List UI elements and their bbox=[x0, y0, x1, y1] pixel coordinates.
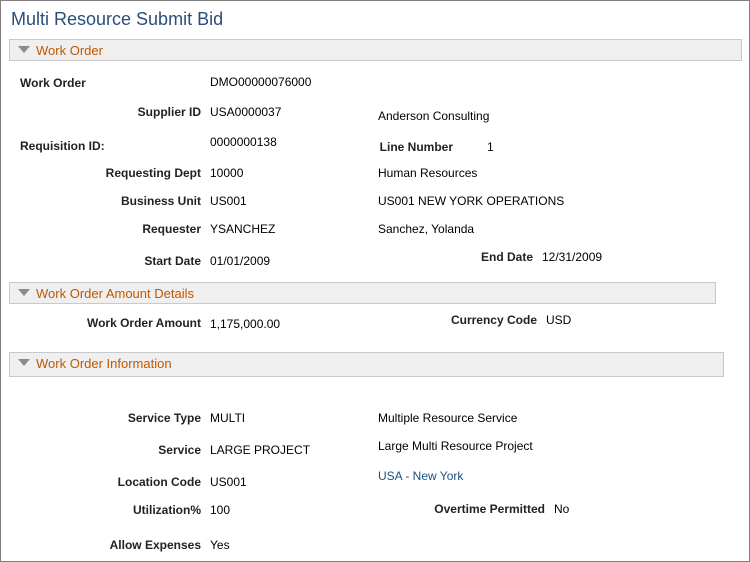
service-type-value: MULTI bbox=[210, 411, 246, 425]
requesting-dept-desc: Human Resources bbox=[378, 166, 478, 180]
work-order-amount-value: 1,175,000.00 bbox=[210, 317, 281, 331]
end-date-label: End Date bbox=[480, 250, 533, 264]
service-type-desc: Multiple Resource Service bbox=[378, 411, 518, 425]
utilization-value: 100 bbox=[210, 503, 231, 517]
section-header-work-order-information[interactable]: Work Order Information bbox=[9, 352, 724, 377]
page-title: Multi Resource Submit Bid bbox=[11, 9, 224, 29]
requesting-dept-value: 10000 bbox=[210, 166, 244, 180]
utilization-label: Utilization% bbox=[133, 503, 201, 517]
location-link[interactable]: USA - New York bbox=[378, 469, 463, 483]
line-number-value: 1 bbox=[487, 140, 494, 154]
location-code-value: US001 bbox=[210, 475, 247, 489]
work-order-value: DMO00000076000 bbox=[210, 75, 312, 89]
section-title: Work Order Amount Details bbox=[36, 286, 194, 301]
line-number-label: Line Number bbox=[379, 140, 453, 154]
overtime-permitted-value: No bbox=[554, 502, 570, 516]
page-frame: Multi Resource Submit Bid Work Order Wor… bbox=[0, 0, 750, 562]
collapse-triangle-icon[interactable] bbox=[18, 359, 30, 366]
overtime-permitted-label: Overtime Permitted bbox=[434, 502, 545, 516]
allow-expenses-value: Yes bbox=[210, 538, 230, 552]
requesting-dept-label: Requesting Dept bbox=[105, 166, 201, 180]
business-unit-desc: US001 NEW YORK OPERATIONS bbox=[378, 194, 565, 208]
service-type-label: Service Type bbox=[127, 411, 201, 425]
service-value: LARGE PROJECT bbox=[210, 443, 311, 457]
section-title: Work Order bbox=[36, 43, 103, 58]
work-order-amount-label: Work Order Amount bbox=[86, 316, 201, 330]
section-header-work-order[interactable]: Work Order bbox=[9, 39, 742, 61]
requester-label: Requester bbox=[142, 222, 201, 236]
requisition-id-value: 0000000138 bbox=[210, 135, 277, 149]
business-unit-value: US001 bbox=[210, 194, 247, 208]
supplier-name: Anderson Consulting bbox=[378, 109, 490, 123]
collapse-triangle-icon[interactable] bbox=[18, 46, 30, 53]
requester-value: YSANCHEZ bbox=[210, 222, 276, 236]
start-date-value: 01/01/2009 bbox=[210, 254, 271, 268]
supplier-id-label: Supplier ID bbox=[137, 105, 201, 119]
section-header-amount-details[interactable]: Work Order Amount Details bbox=[9, 282, 716, 304]
end-date-value: 12/31/2009 bbox=[542, 250, 603, 264]
start-date-label: Start Date bbox=[144, 254, 201, 268]
requisition-id-label: Requisition ID: bbox=[20, 139, 105, 153]
currency-code-value: USD bbox=[546, 313, 572, 327]
allow-expenses-label: Allow Expenses bbox=[109, 538, 201, 552]
location-code-label: Location Code bbox=[117, 475, 201, 489]
collapse-triangle-icon[interactable] bbox=[18, 289, 30, 296]
supplier-id-value: USA0000037 bbox=[210, 105, 282, 119]
currency-code-label: Currency Code bbox=[450, 313, 537, 327]
requester-name: Sanchez, Yolanda bbox=[378, 222, 475, 236]
work-order-label: Work Order bbox=[20, 76, 86, 90]
business-unit-label: Business Unit bbox=[120, 194, 201, 208]
section-title: Work Order Information bbox=[36, 356, 172, 371]
service-label: Service bbox=[158, 443, 201, 457]
service-desc: Large Multi Resource Project bbox=[378, 439, 533, 453]
